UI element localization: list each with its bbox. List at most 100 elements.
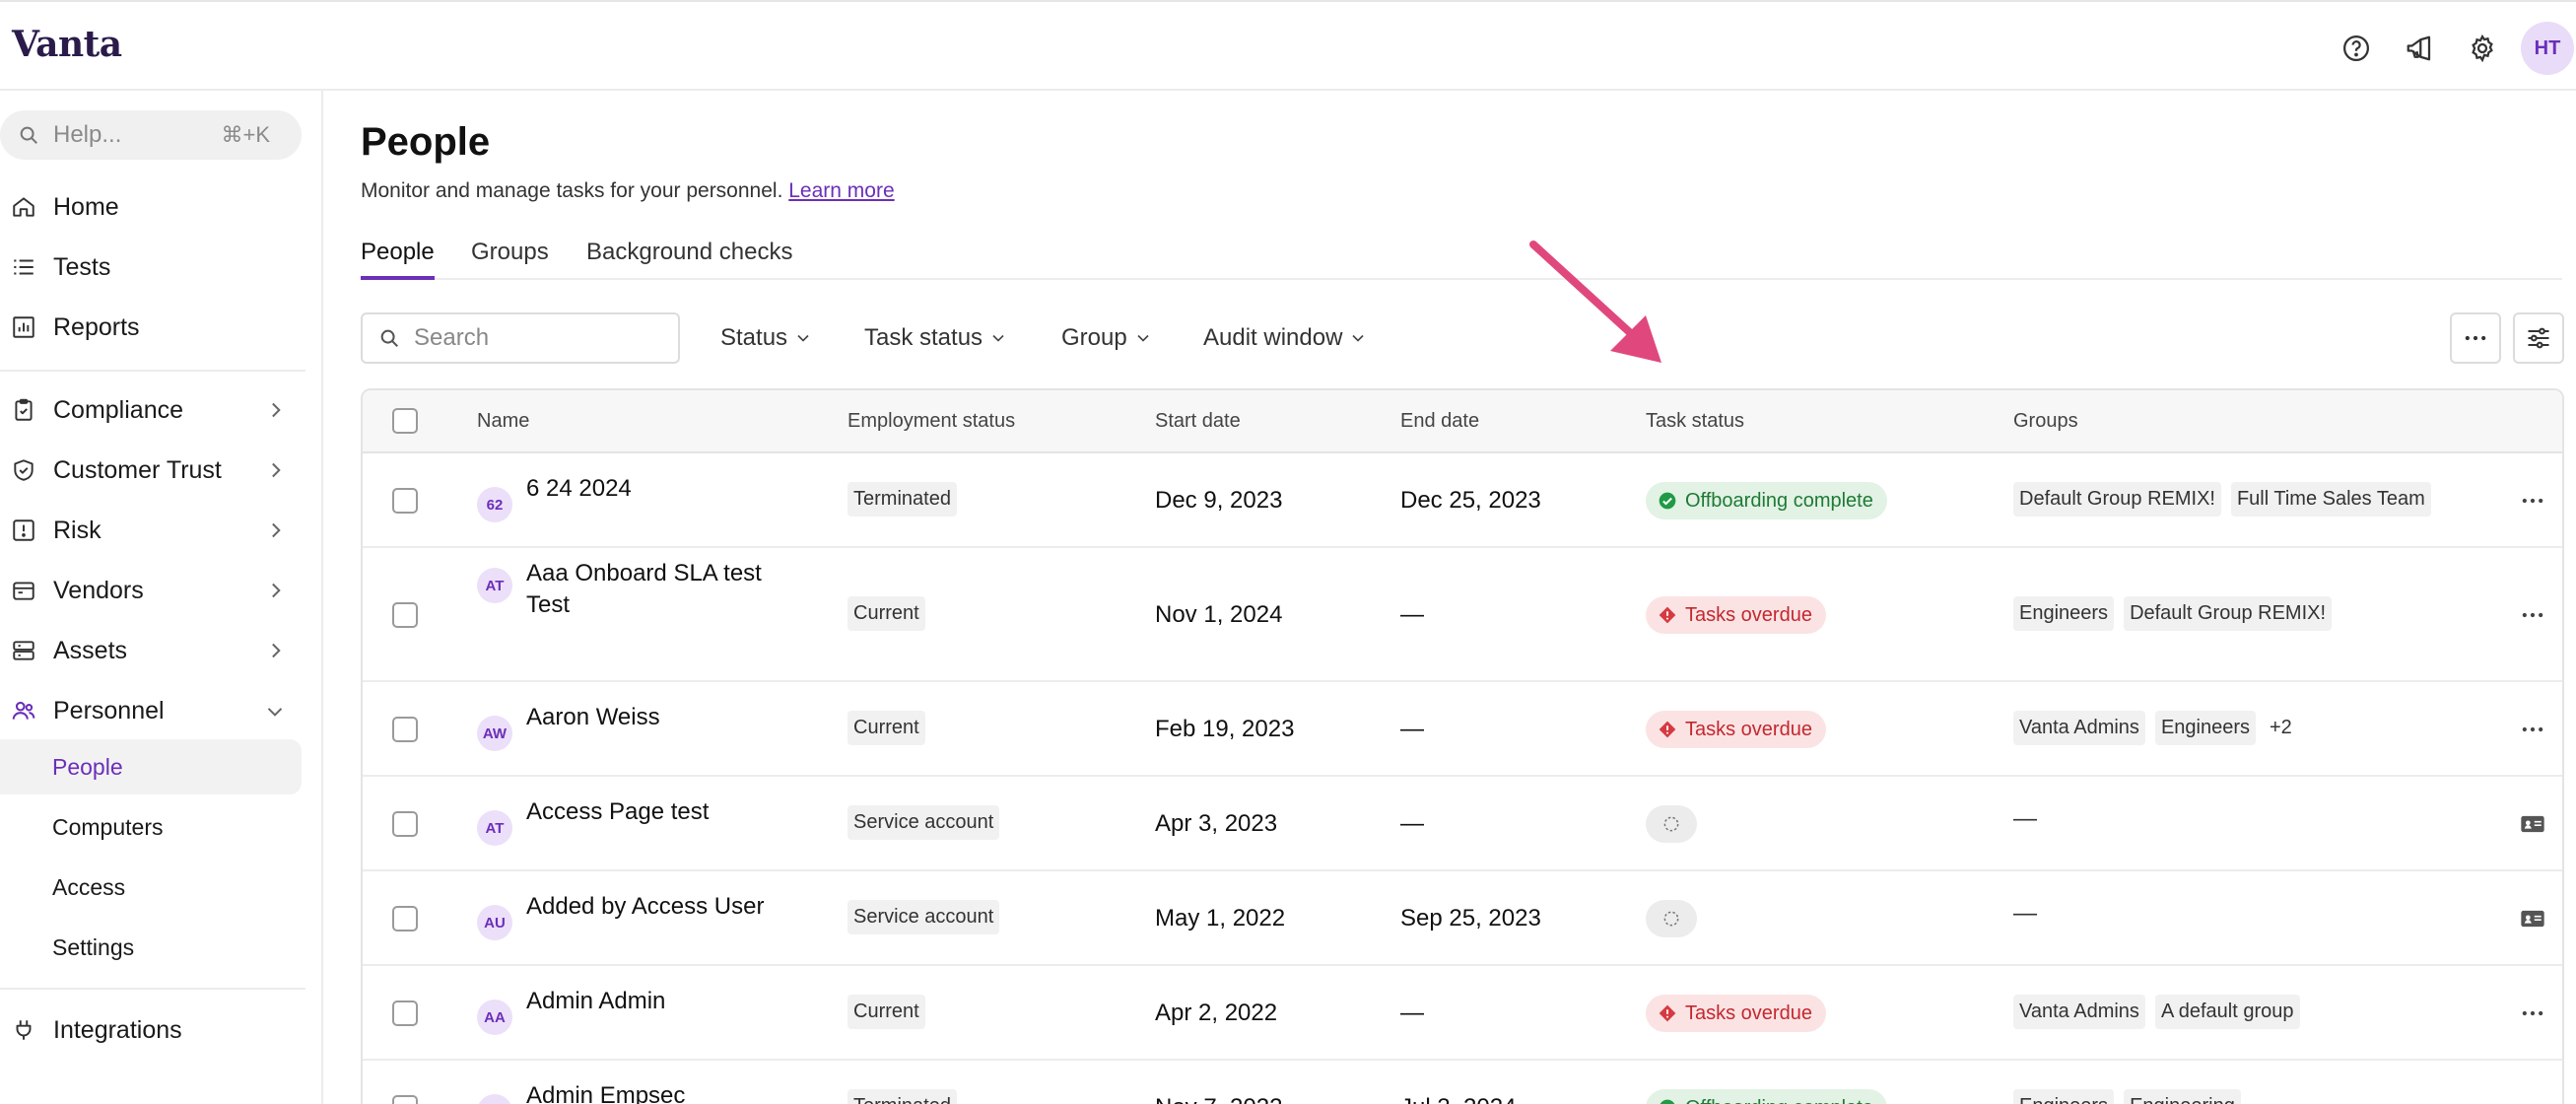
- view-card-button[interactable]: [2515, 901, 2550, 936]
- group-pill: Vanta Admins: [2013, 995, 2145, 1029]
- task-status-badge: [1646, 900, 1697, 937]
- sidebar-item-label: Vendors: [53, 576, 144, 604]
- column-header-task-status[interactable]: Task status: [1646, 410, 1744, 433]
- help-search[interactable]: Help... ⌘+K: [0, 110, 302, 160]
- sidebar-item-label: Tests: [53, 252, 111, 281]
- person-name[interactable]: Access Page test: [526, 796, 792, 828]
- learn-more-link[interactable]: Learn more: [788, 179, 894, 202]
- sidebar-item-label: Compliance: [53, 395, 184, 424]
- row-checkbox[interactable]: [392, 1000, 418, 1026]
- row-actions-button[interactable]: [2515, 996, 2550, 1031]
- start-date: Feb 19, 2023: [1155, 716, 1295, 742]
- sidebar-divider: [0, 370, 305, 372]
- dashed-circle-icon: [1663, 911, 1679, 927]
- tab-background-checks[interactable]: Background checks: [586, 239, 792, 280]
- table-row[interactable]: AW Aaron Weiss Current Feb 19, 2023 — Ta…: [363, 682, 2562, 777]
- sidebar-sub-computers[interactable]: Computers: [0, 799, 302, 855]
- row-checkbox[interactable]: [392, 906, 418, 932]
- groups-cell: Engineers Engineering: [2013, 1089, 2251, 1104]
- column-header-groups[interactable]: Groups: [2013, 410, 2078, 433]
- person-name[interactable]: Admin Admin: [526, 986, 792, 1017]
- row-checkbox[interactable]: [392, 811, 418, 837]
- start-date: Nov 1, 2024: [1155, 601, 1283, 628]
- table-row[interactable]: 62 6 24 2024 Terminated Dec 9, 2023 Dec …: [363, 453, 2562, 548]
- sidebar-item-personnel[interactable]: Personnel: [0, 683, 302, 738]
- avatar: AT: [477, 810, 512, 846]
- filter-audit-window[interactable]: Audit window: [1203, 318, 1368, 358]
- groups-cell: —: [2013, 900, 2037, 928]
- diamond-alert-icon: [1659, 721, 1676, 738]
- sidebar-item-assets[interactable]: Assets: [0, 623, 302, 678]
- column-header-employment-status[interactable]: Employment status: [847, 410, 1015, 433]
- filter-task-status[interactable]: Task status: [864, 318, 1008, 358]
- column-settings-button[interactable]: [2513, 312, 2564, 364]
- help-circle-icon[interactable]: [2332, 24, 2381, 73]
- sidebar: Help... ⌘+K Home Tests Reports Complianc…: [0, 91, 321, 1104]
- table-row[interactable]: AU Added by Access User Service account …: [363, 871, 2562, 966]
- person-name[interactable]: Aaron Weiss: [526, 702, 792, 733]
- server-icon: [10, 637, 37, 664]
- start-date: Dec 9, 2023: [1155, 487, 1283, 514]
- filter-label: Audit window: [1203, 324, 1343, 351]
- more-icon: [2522, 726, 2543, 732]
- sidebar-item-tests[interactable]: Tests: [0, 240, 302, 295]
- sidebar-sub-access[interactable]: Access: [0, 860, 302, 915]
- table-row[interactable]: AT Aaa Onboard SLA test Test Current Nov…: [363, 548, 2562, 682]
- person-name[interactable]: Admin Empsec: [526, 1080, 792, 1104]
- sidebar-item-risk[interactable]: Risk: [0, 503, 302, 558]
- avatar: 62: [477, 487, 512, 522]
- group-pill: Default Group REMIX!: [2124, 596, 2333, 631]
- search-box[interactable]: [361, 312, 680, 364]
- employment-status-badge: Current: [847, 995, 925, 1029]
- column-header-end-date[interactable]: End date: [1400, 410, 1479, 433]
- filter-group[interactable]: Group: [1061, 318, 1153, 358]
- sidebar-sub-settings[interactable]: Settings: [0, 920, 302, 975]
- search-input[interactable]: [414, 324, 670, 352]
- sidebar-item-integrations[interactable]: Integrations: [0, 1002, 302, 1058]
- more-options-button[interactable]: [2450, 312, 2501, 364]
- vanta-logo[interactable]: Vanta: [12, 24, 122, 65]
- user-avatar[interactable]: HT: [2521, 22, 2574, 75]
- task-status-badge: [1646, 805, 1697, 843]
- row-checkbox[interactable]: [392, 717, 418, 742]
- sidebar-item-label: Customer Trust: [53, 455, 222, 484]
- tab-bar: People Groups Background checks: [361, 239, 2562, 280]
- sidebar-sub-people[interactable]: People: [0, 739, 302, 794]
- row-checkbox[interactable]: [392, 1095, 418, 1104]
- sidebar-item-reports[interactable]: Reports: [0, 300, 302, 355]
- table-row[interactable]: AT Access Page test Service account Apr …: [363, 777, 2562, 871]
- filter-status[interactable]: Status: [720, 318, 813, 358]
- row-actions-button[interactable]: [2515, 712, 2550, 747]
- row-actions-button[interactable]: [2515, 483, 2550, 518]
- page-subtitle: Monitor and manage tasks for your person…: [361, 179, 895, 203]
- select-all-checkbox[interactable]: [392, 408, 418, 434]
- column-header-start-date[interactable]: Start date: [1155, 410, 1241, 433]
- person-name[interactable]: Aaa Onboard SLA test Test: [526, 558, 792, 621]
- tab-groups[interactable]: Groups: [471, 239, 549, 280]
- row-checkbox[interactable]: [392, 602, 418, 628]
- view-card-button[interactable]: [2515, 806, 2550, 842]
- table-row[interactable]: AA Admin Admin Current Apr 2, 2022 — Tas…: [363, 966, 2562, 1061]
- table-row[interactable]: AE Admin Empsec Terminated Nov 7, 2022 J…: [363, 1061, 2562, 1104]
- sidebar-item-customer-trust[interactable]: Customer Trust: [0, 443, 302, 498]
- gear-icon[interactable]: [2458, 24, 2507, 73]
- more-icon: [2519, 1094, 2546, 1104]
- row-actions-button[interactable]: [2515, 1090, 2550, 1104]
- avatar: AE: [477, 1094, 512, 1104]
- row-actions-button[interactable]: [2515, 597, 2550, 633]
- sidebar-item-home[interactable]: Home: [0, 179, 302, 235]
- tab-people[interactable]: People: [361, 239, 435, 280]
- chevron-down-icon: [267, 708, 283, 717]
- person-name[interactable]: Added by Access User: [526, 891, 792, 923]
- megaphone-icon[interactable]: [2395, 24, 2444, 73]
- sidebar-item-vendors[interactable]: Vendors: [0, 563, 302, 618]
- groups-more-count[interactable]: +2: [2270, 717, 2292, 739]
- row-checkbox[interactable]: [392, 488, 418, 514]
- task-status-badge: Tasks overdue: [1646, 995, 1826, 1032]
- top-icons: HT: [2332, 22, 2576, 75]
- search-icon: [20, 126, 37, 144]
- column-header-name[interactable]: Name: [477, 410, 529, 433]
- main-content: People Monitor and manage tasks for your…: [321, 91, 2576, 1104]
- person-name[interactable]: 6 24 2024: [526, 473, 792, 505]
- sidebar-item-compliance[interactable]: Compliance: [0, 382, 302, 438]
